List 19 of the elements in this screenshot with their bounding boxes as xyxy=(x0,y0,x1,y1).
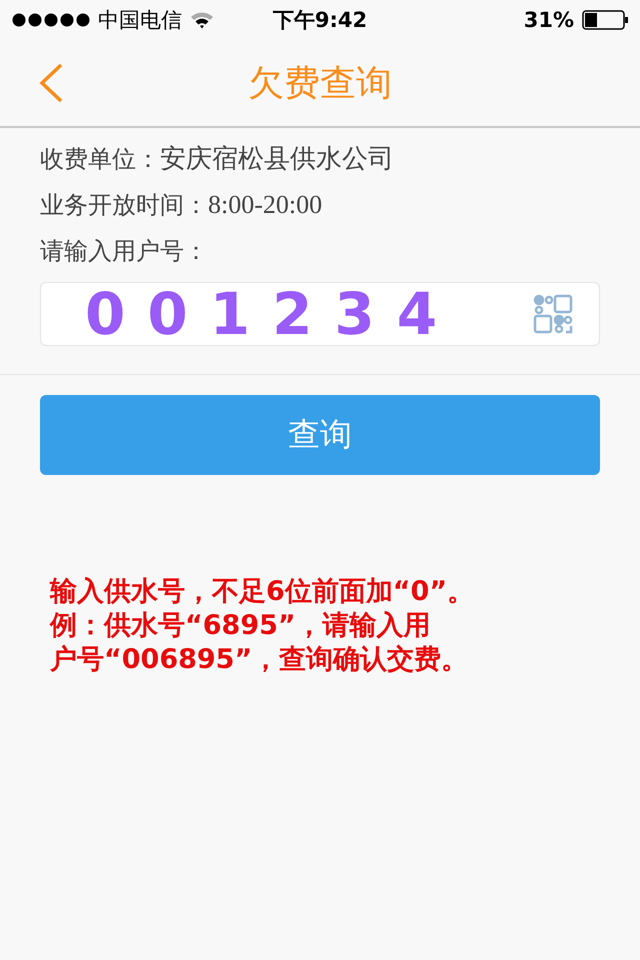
wifi-icon xyxy=(190,11,214,29)
signal-icon xyxy=(12,13,90,27)
info-value: 安庆宿松县供水公司 xyxy=(160,143,394,175)
account-number-field[interactable]: 001234 xyxy=(40,282,600,346)
page-title: 欠费查询 xyxy=(248,62,392,104)
battery-icon xyxy=(582,10,628,30)
info-value: 8:00-20:00 xyxy=(208,189,322,221)
instruction-note: 户号“006895”，查询确认交费。 xyxy=(50,643,470,677)
query-button[interactable]: 查询 xyxy=(40,395,600,475)
battery-percent: 31% xyxy=(524,8,574,32)
instruction-note: 例：供水号“6895”，请输入用 xyxy=(50,609,432,643)
instruction-note: 输入供水号，不足6位前面加“0”。 xyxy=(50,575,476,609)
clock-time: 下午9:42 xyxy=(272,7,368,34)
info-label: 收费单位： xyxy=(40,144,160,175)
qr-code-icon[interactable] xyxy=(533,294,573,334)
carrier-name: 中国电信 xyxy=(98,7,182,34)
info-label: 业务开放时间： xyxy=(40,190,208,221)
chevron-left-icon xyxy=(38,63,64,103)
field-label: 请输入用户号： xyxy=(40,236,208,267)
